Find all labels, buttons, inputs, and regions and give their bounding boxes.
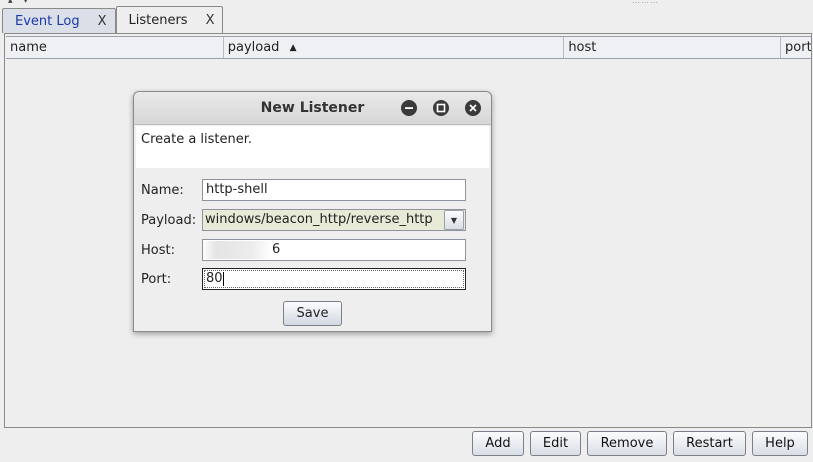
name-row: Name: http-shell bbox=[141, 179, 466, 201]
sort-ascending-icon: ▲ bbox=[289, 43, 297, 53]
column-header-host[interactable]: host bbox=[564, 37, 782, 58]
text-cursor bbox=[222, 271, 224, 286]
save-button[interactable]: Save bbox=[283, 301, 342, 326]
panel-resize-arrows[interactable]: ▴ ▾ bbox=[8, 0, 32, 6]
payload-label: Payload: bbox=[141, 212, 197, 228]
column-header-payload[interactable]: payload ▲ bbox=[224, 37, 565, 58]
app-window: ▴ ▾ ⋯⋯⋯ Event Log X Listeners X name pay… bbox=[0, 0, 813, 462]
description-text: Create a listener. bbox=[141, 132, 253, 147]
tab-close-icon[interactable]: X bbox=[98, 14, 107, 29]
table-header: name payload ▲ host port bbox=[6, 37, 811, 59]
column-header-label: name bbox=[10, 40, 47, 55]
host-visible-text: 6 bbox=[272, 242, 281, 257]
redacted-host-region bbox=[203, 240, 272, 259]
column-header-label: host bbox=[568, 40, 597, 55]
tab-close-icon[interactable]: X bbox=[206, 13, 215, 28]
port-label: Port: bbox=[141, 271, 172, 287]
host-label: Host: bbox=[141, 242, 175, 258]
name-field[interactable]: http-shell bbox=[202, 179, 466, 201]
column-header-name[interactable]: name bbox=[6, 37, 224, 58]
port-value: 80 bbox=[206, 271, 223, 286]
column-header-label: port bbox=[785, 40, 812, 55]
payload-select[interactable]: windows/beacon_http/reverse_http ▼ bbox=[202, 209, 466, 231]
edit-button[interactable]: Edit bbox=[530, 431, 581, 456]
remove-button[interactable]: Remove bbox=[587, 431, 667, 456]
host-row: Host: 6 bbox=[141, 239, 466, 261]
tab-listeners[interactable]: Listeners X bbox=[115, 6, 224, 33]
maximize-icon[interactable] bbox=[433, 100, 449, 116]
column-header-port[interactable]: port bbox=[781, 37, 811, 58]
host-field[interactable]: 6 bbox=[202, 239, 466, 261]
splitter-grip[interactable]: ⋯⋯⋯ bbox=[632, 0, 659, 7]
payload-row: Payload: windows/beacon_http/reverse_htt… bbox=[141, 209, 466, 231]
close-icon[interactable] bbox=[465, 100, 481, 116]
tab-label: Event Log bbox=[15, 13, 80, 29]
listener-action-buttons: Add Edit Remove Restart Help bbox=[472, 431, 813, 456]
restart-button[interactable]: Restart bbox=[673, 431, 746, 456]
tab-bar: Event Log X Listeners X bbox=[2, 6, 224, 34]
name-label: Name: bbox=[141, 182, 184, 198]
help-button[interactable]: Help bbox=[752, 431, 808, 456]
dialog-description: Create a listener. bbox=[136, 126, 489, 168]
port-row: Port: 80 bbox=[141, 268, 466, 290]
chevron-down-icon[interactable]: ▼ bbox=[444, 210, 464, 230]
column-header-label: payload bbox=[227, 40, 280, 55]
add-button[interactable]: Add bbox=[472, 431, 524, 456]
minimize-icon[interactable] bbox=[401, 100, 417, 116]
dialog-titlebar[interactable]: New Listener bbox=[134, 92, 491, 125]
port-field[interactable]: 80 bbox=[202, 268, 466, 290]
new-listener-dialog: New Listener Create a listener. Name: ht… bbox=[133, 91, 492, 332]
tab-event-log[interactable]: Event Log X bbox=[2, 8, 116, 33]
payload-selected-value: windows/beacon_http/reverse_http bbox=[205, 212, 433, 227]
tab-label: Listeners bbox=[128, 12, 188, 28]
